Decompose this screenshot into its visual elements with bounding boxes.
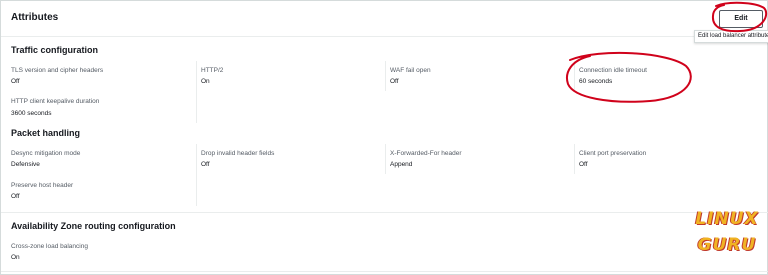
field-label-desync: Desync mitigation mode: [11, 150, 81, 157]
field-value-http2: On: [201, 78, 210, 85]
panel-title: Attributes: [11, 12, 59, 23]
field-value-waf-fail-open: Off: [390, 78, 399, 85]
field-label-http2: HTTP/2: [201, 67, 224, 74]
column-divider: [385, 144, 386, 174]
logo-word-guru: GURU: [697, 235, 757, 255]
field-value-keepalive: 3600 seconds: [11, 110, 52, 117]
field-label-client-port: Client port preservation: [579, 150, 647, 157]
edit-tooltip: Edit load balancer attributes: [694, 30, 768, 43]
field-label-keepalive: HTTP client keepalive duration: [11, 98, 100, 105]
field-value-desync: Defensive: [11, 161, 40, 168]
field-value-tls-headers: Off: [11, 78, 20, 85]
linux-guru-logo: LINUX GURU: [690, 205, 764, 267]
field-label-tls-headers: TLS version and cipher headers: [11, 67, 104, 74]
section-title-packet: Packet handling: [11, 128, 81, 138]
section-divider: [1, 271, 768, 272]
field-value-cross-zone: On: [11, 254, 20, 261]
field-label-xff: X-Forwarded-For header: [390, 150, 462, 157]
field-label-cross-zone: Cross-zone load balancing: [11, 243, 88, 250]
field-label-waf-fail-open: WAF fail open: [390, 67, 431, 74]
field-value-drop-invalid: Off: [201, 161, 210, 168]
column-divider: [196, 61, 197, 123]
attributes-panel: Attributes Edit Edit load balancer attri…: [0, 0, 768, 275]
field-value-idle-timeout: 60 seconds: [579, 78, 613, 85]
field-value-preserve-host: Off: [11, 193, 20, 200]
field-value-client-port: Off: [579, 161, 588, 168]
column-divider: [385, 61, 386, 91]
field-value-xff: Append: [390, 161, 413, 168]
logo-word-linux: LINUX: [695, 209, 759, 229]
section-title-traffic: Traffic configuration: [11, 45, 99, 55]
field-label-drop-invalid: Drop invalid header fields: [201, 150, 275, 157]
panel-header: Attributes Edit: [1, 1, 768, 37]
section-divider: [1, 212, 768, 213]
column-divider: [574, 61, 575, 91]
section-title-az: Availability Zone routing configuration: [11, 221, 176, 231]
column-divider: [196, 144, 197, 206]
column-divider: [574, 144, 575, 174]
field-label-idle-timeout: Connection idle timeout: [579, 67, 647, 74]
field-label-preserve-host: Preserve host header: [11, 182, 74, 189]
edit-button[interactable]: Edit: [719, 10, 763, 28]
